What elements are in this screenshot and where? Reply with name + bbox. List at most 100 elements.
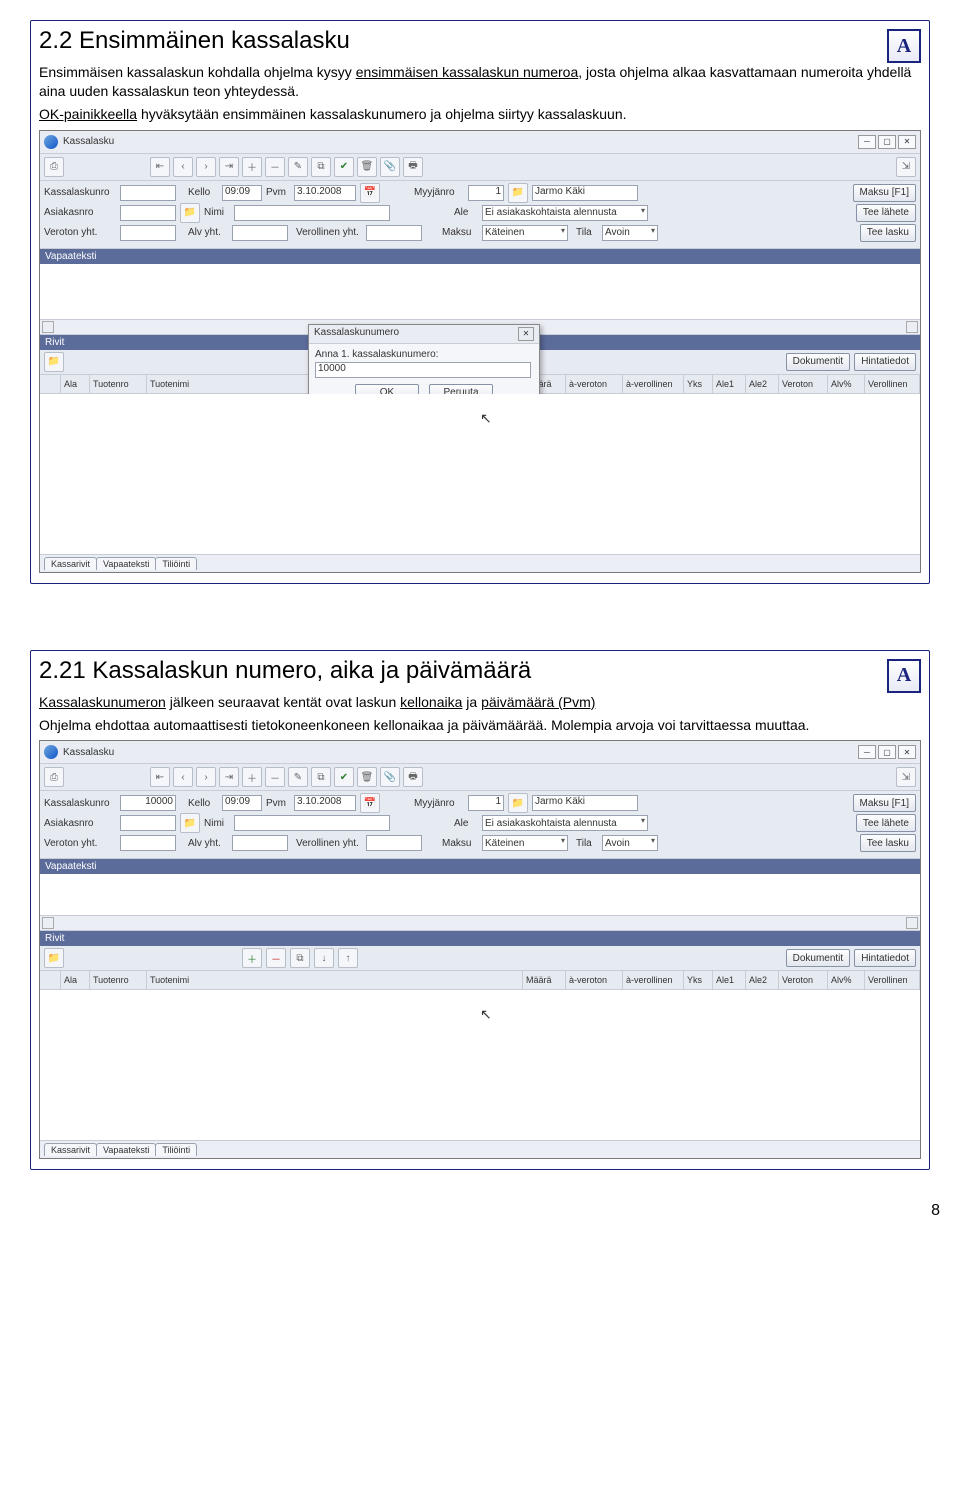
hintatiedot-button[interactable]: Hintatiedot [854,949,916,967]
col-yks[interactable]: Yks [684,971,713,989]
col-ala[interactable]: Ala [61,375,90,393]
nav-next-icon[interactable]: › [196,767,216,787]
confirm-icon[interactable]: ✔ [334,157,354,177]
kassanro-input[interactable] [120,185,176,201]
nav-prev-icon[interactable]: ‹ [173,157,193,177]
col-verollinen[interactable]: Verollinen [865,375,920,393]
lookup-icon[interactable]: 📁 [180,813,200,833]
delete-icon[interactable]: 🗑 [357,157,377,177]
lookup-icon[interactable]: 📁 [508,183,528,203]
tila-dropdown[interactable]: Avoin [602,835,658,851]
col-alv[interactable]: Alv% [828,971,865,989]
nimi-input[interactable] [234,815,390,831]
tila-dropdown[interactable]: Avoin [602,225,658,241]
tab-vapaateksti[interactable]: Vapaateksti [96,557,156,570]
copy-icon[interactable]: ⧉ [311,157,331,177]
tab-kassarivit[interactable]: Kassarivit [44,557,97,570]
maximize-button[interactable]: ▢ [878,745,896,759]
maksu-dropdown[interactable]: Käteinen [482,225,568,241]
maximize-button[interactable]: ▢ [878,135,896,149]
tool-button[interactable]: ⎙ [44,767,64,787]
col-ale2[interactable]: Ale2 [746,971,779,989]
col-veroton[interactable]: Veroton [779,375,828,393]
col-veroton[interactable]: Veroton [779,971,828,989]
tee-lahete-button[interactable]: Tee lähete [856,204,916,222]
col-ale1[interactable]: Ale1 [713,375,746,393]
pvm-input[interactable]: 3.10.2008 [294,795,356,811]
dialog-close-icon[interactable]: ✕ [518,327,534,341]
lookup-icon[interactable]: 📁 [508,793,528,813]
attach-icon[interactable]: 📎 [380,767,400,787]
exit-icon[interactable]: ⇲ [896,157,916,177]
close-button[interactable]: ✕ [898,135,916,149]
lookup-icon[interactable]: 📁 [44,352,64,372]
col-tuotenro[interactable]: Tuotenro [90,971,147,989]
col-averoton[interactable]: à-veroton [566,971,623,989]
col-averoton[interactable]: à-veroton [566,375,623,393]
tab-vapaateksti[interactable]: Vapaateksti [96,1143,156,1156]
nav-last-icon[interactable]: ⇥ [219,767,239,787]
kello-input[interactable]: 09:09 [222,185,262,201]
ale-dropdown[interactable]: Ei asiakaskohtaista alennusta [482,205,648,221]
maksu-f1-button[interactable]: Maksu [F1] [853,794,916,812]
col-ale2[interactable]: Ale2 [746,375,779,393]
minimize-button[interactable]: ─ [858,745,876,759]
delete-icon[interactable]: 🗑 [357,767,377,787]
pvm-input[interactable]: 3.10.2008 [294,185,356,201]
lookup-icon[interactable]: 📁 [44,948,64,968]
remove-icon[interactable]: － [265,767,285,787]
col-maara[interactable]: Määrä [523,971,566,989]
nimi-input[interactable] [234,205,390,221]
minimize-button[interactable]: ─ [858,135,876,149]
maksu-f1-button[interactable]: Maksu [F1] [853,184,916,202]
tee-lasku-button[interactable]: Tee lasku [860,224,916,242]
kello-input[interactable]: 09:09 [222,795,262,811]
nav-first-icon[interactable]: ⇤ [150,767,170,787]
lookup-icon[interactable]: 📁 [180,203,200,223]
calendar-icon[interactable]: 📅 [360,793,380,813]
dokumentit-button[interactable]: Dokumentit [786,353,851,371]
close-button[interactable]: ✕ [898,745,916,759]
asiakasnro-input[interactable] [120,205,176,221]
maksu-dropdown[interactable]: Käteinen [482,835,568,851]
col-tuotenimi[interactable]: Tuotenimi [147,971,523,989]
myyjanro-input[interactable]: 1 [468,185,504,201]
dokumentit-button[interactable]: Dokumentit [786,949,851,967]
copy-icon[interactable]: ⧉ [311,767,331,787]
tool-button[interactable]: ⎙ [44,157,64,177]
tab-tiliointi[interactable]: Tiliöinti [155,557,197,570]
hintatiedot-button[interactable]: Hintatiedot [854,353,916,371]
col-verollinen[interactable]: Verollinen [865,971,920,989]
row-down-icon[interactable]: ↓ [314,948,334,968]
tee-lasku-button[interactable]: Tee lasku [860,834,916,852]
col-averollinen[interactable]: à-verollinen [623,971,684,989]
col-averollinen[interactable]: à-verollinen [623,375,684,393]
kassanro-input[interactable]: 10000 [120,795,176,811]
edit-icon[interactable]: ✎ [288,767,308,787]
row-copy-icon[interactable]: ⧉ [290,948,310,968]
vapaateksti-area[interactable]: Kassalaskunumero ✕ Anna 1. kassalaskunum… [40,264,920,335]
print-icon[interactable]: 🖶 [403,767,423,787]
tab-tiliointi[interactable]: Tiliöinti [155,1143,197,1156]
col-ale1[interactable]: Ale1 [713,971,746,989]
calendar-icon[interactable]: 📅 [360,183,380,203]
col-tuotenro[interactable]: Tuotenro [90,375,147,393]
confirm-icon[interactable]: ✔ [334,767,354,787]
nav-last-icon[interactable]: ⇥ [219,157,239,177]
col-yks[interactable]: Yks [684,375,713,393]
dialog-input[interactable]: 10000 [315,362,531,378]
asiakasnro-input[interactable] [120,815,176,831]
tee-lahete-button[interactable]: Tee lähete [856,814,916,832]
row-add-icon[interactable]: ＋ [242,948,262,968]
edit-icon[interactable]: ✎ [288,157,308,177]
print-icon[interactable]: 🖶 [403,157,423,177]
remove-icon[interactable]: － [265,157,285,177]
attach-icon[interactable]: 📎 [380,157,400,177]
vapaateksti-area[interactable] [40,874,920,931]
myyjanro-input[interactable]: 1 [468,795,504,811]
nav-prev-icon[interactable]: ‹ [173,767,193,787]
row-up-icon[interactable]: ↑ [338,948,358,968]
exit-icon[interactable]: ⇲ [896,767,916,787]
grid-body[interactable]: ↖ [40,990,920,1140]
nav-next-icon[interactable]: › [196,157,216,177]
